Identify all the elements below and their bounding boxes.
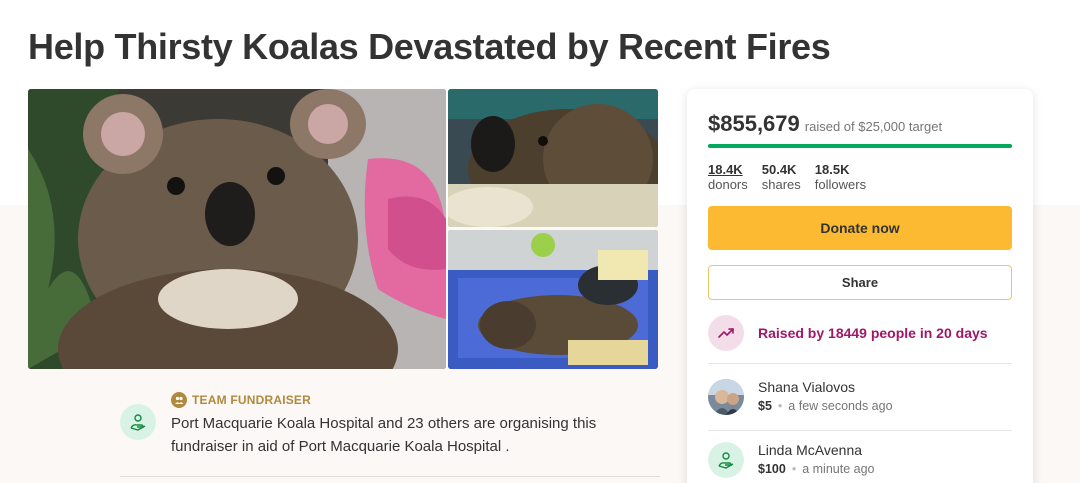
main-koala-photo[interactable] xyxy=(28,89,446,369)
page-title: Help Thirsty Koalas Devastated by Recent… xyxy=(28,26,831,67)
progress-fill xyxy=(708,144,1012,148)
stat-value: 18.5K xyxy=(814,162,850,177)
card-divider xyxy=(708,363,1012,364)
avatar xyxy=(708,379,744,415)
donor-item: Linda McAvenna $100 • a minute ago xyxy=(708,441,874,479)
trend-summary: Raised by 18449 people in 20 days xyxy=(708,315,988,351)
stat-label: shares xyxy=(761,177,801,192)
donor-name: Shana Vialovos xyxy=(758,379,856,395)
organizer-description: Port Macquarie Koala Hospital and 23 oth… xyxy=(171,415,597,455)
card-divider xyxy=(708,430,1012,431)
donor-item: Shana Vialovos $5 • a few seconds ago xyxy=(708,378,893,416)
hand-heart-icon xyxy=(120,404,156,440)
hand-heart-icon xyxy=(708,442,744,478)
team-badge-label: TEAM FUNDRAISER xyxy=(192,393,311,407)
donor-meta: $5 • a few seconds ago xyxy=(758,396,893,416)
stat-label: followers xyxy=(814,177,867,192)
donation-amount: $100 xyxy=(758,462,786,476)
donation-amount: $5 xyxy=(758,399,772,413)
campaign-gallery xyxy=(28,89,658,369)
donate-now-button[interactable]: Donate now xyxy=(708,206,1012,250)
koala-treatment-photo[interactable] xyxy=(448,230,658,369)
stat-shares: 50.4K shares xyxy=(762,162,801,193)
donation-sidebar: $855,679 raised of $25,000 target 18.4K … xyxy=(687,89,1033,483)
donor-name: Linda McAvenna xyxy=(758,442,863,458)
meta-separator: • xyxy=(791,462,797,476)
section-divider xyxy=(120,476,660,477)
stats-row: 18.4K donors 50.4K shares 18.5K follower… xyxy=(708,162,866,193)
share-button[interactable]: Share xyxy=(708,265,1012,300)
team-badge-icon xyxy=(171,392,187,408)
trend-text: Raised by 18449 people in 20 days xyxy=(758,325,988,341)
stat-value[interactable]: 18.4K xyxy=(708,162,748,177)
donation-time: a few seconds ago xyxy=(788,399,893,413)
donation-time: a minute ago xyxy=(802,462,875,476)
stat-label: donors xyxy=(708,177,748,192)
amount-value: $855,679 xyxy=(708,111,800,136)
trending-up-icon xyxy=(708,315,744,351)
progress-bar xyxy=(708,144,1012,148)
stat-followers: 18.5K followers xyxy=(815,162,866,193)
amount-raised: $855,679 raised of $25,000 target xyxy=(708,111,942,137)
team-fundraiser-badge: TEAM FUNDRAISER xyxy=(171,392,311,408)
stat-donors[interactable]: 18.4K donors xyxy=(708,162,748,193)
amount-target: raised of $25,000 target xyxy=(804,119,943,134)
stat-value: 50.4K xyxy=(761,162,797,177)
meta-separator: • xyxy=(777,399,783,413)
koala-face-photo[interactable] xyxy=(448,89,658,227)
donor-meta: $100 • a minute ago xyxy=(758,459,874,479)
